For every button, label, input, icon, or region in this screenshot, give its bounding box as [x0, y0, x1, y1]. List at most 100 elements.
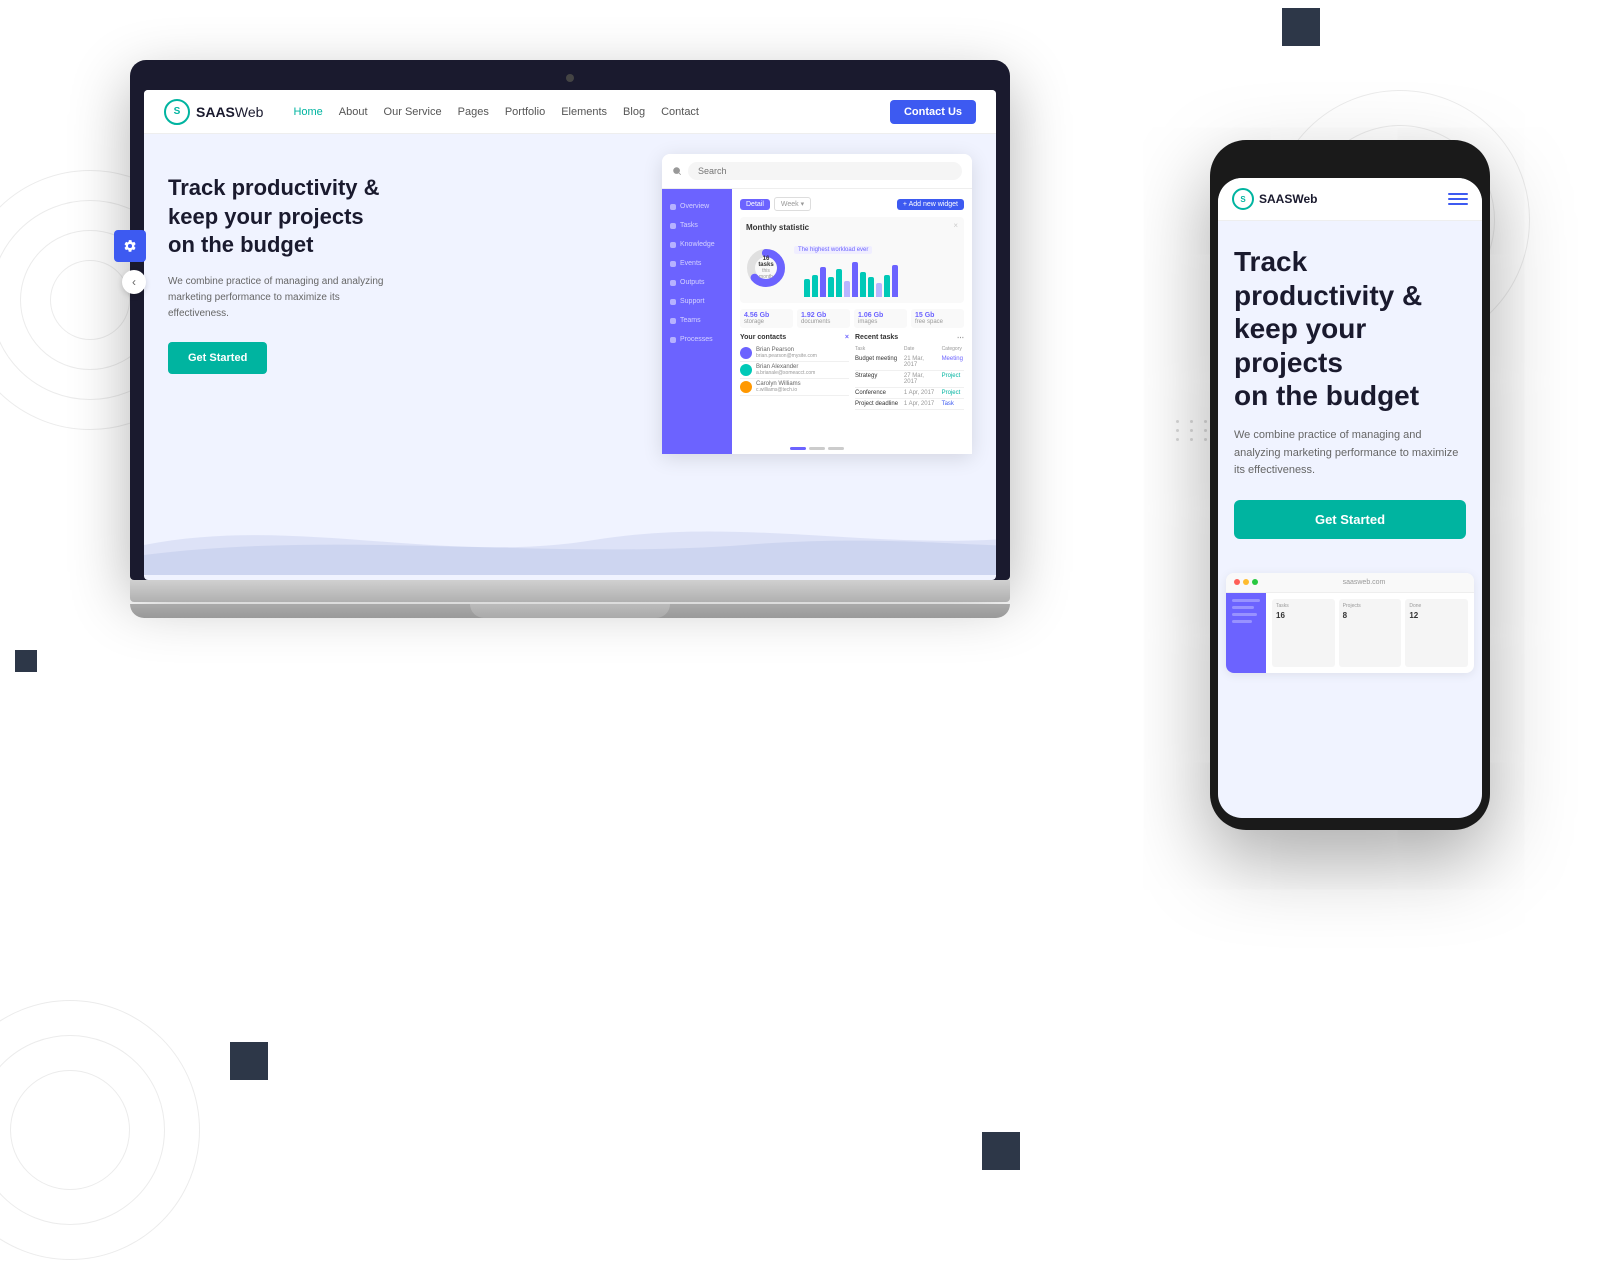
- stat-free-space-label: free space: [915, 319, 960, 325]
- phone-logo-text: SAASWeb: [1259, 192, 1317, 206]
- bar-3: [820, 267, 826, 297]
- nav-link-service[interactable]: Our Service: [384, 106, 442, 118]
- dash-chart-area: × Monthly statistic: [740, 217, 964, 303]
- stat-images: 1.06 Gb images: [854, 309, 907, 328]
- site-nav: S SAASWeb Home About Our Service Pages P…: [144, 90, 996, 134]
- phone-dash-dots: [1234, 579, 1258, 585]
- sidebar-item-overview[interactable]: Overview: [662, 197, 732, 216]
- stat-free-space: 15 Gb free space: [911, 309, 964, 328]
- chart-info: The highest workload ever: [794, 238, 958, 297]
- contacts-close[interactable]: ×: [845, 334, 849, 341]
- nav-link-home[interactable]: Home: [293, 106, 322, 118]
- bar-8: [860, 272, 866, 297]
- stat-storage: 4.56 Gb storage: [740, 309, 793, 328]
- bar-4: [828, 277, 834, 297]
- stat-images-label: images: [858, 319, 903, 325]
- dash-toolbar: Detail Week ▾ + Add new widget: [740, 197, 964, 211]
- get-started-button[interactable]: Get Started: [168, 342, 267, 374]
- settings-button[interactable]: [114, 230, 146, 262]
- tasks-title: Recent tasks ⋯: [855, 334, 964, 342]
- sidebar-line-1: [1232, 599, 1260, 602]
- hero-text: Track productivity &keep your projectson…: [168, 164, 632, 374]
- dash-search-input[interactable]: [688, 162, 962, 180]
- bar-2: [812, 275, 818, 297]
- nav-link-portfolio[interactable]: Portfolio: [505, 106, 545, 118]
- contact-row-2: Brian Alexander a.brianale@someacct.com: [740, 362, 849, 379]
- sidebar-item-outputs[interactable]: Outputs: [662, 273, 732, 292]
- detail-button[interactable]: Detail: [740, 199, 770, 210]
- chart-wrap: 16 tasks this month The highest workload…: [746, 238, 958, 297]
- phone-dash-main: Tasks 16 Projects 8 Done 12: [1266, 593, 1474, 673]
- stat-documents: 1.92 Gb documents: [797, 309, 850, 328]
- phone-container: S SAASWeb Trackproductivity &keep yourpr…: [1210, 140, 1490, 830]
- phone-hero-description: We combine practice of managing and anal…: [1234, 427, 1466, 480]
- avatar-1: [740, 347, 752, 359]
- monthly-statistic-title: Monthly statistic: [746, 223, 958, 232]
- dash-sidebar: Overview Tasks Knowledge: [662, 189, 732, 454]
- stat-documents-value: 1.92 Gb: [801, 312, 846, 319]
- sidebar-item-support[interactable]: Support: [662, 292, 732, 311]
- laptop-foot-notch: [470, 604, 670, 618]
- phone-notch: [1315, 152, 1385, 174]
- contact-name-3: Carolyn Williams c.williams@tech.io: [756, 381, 849, 393]
- donut-chart: 16 tasks this month: [746, 248, 786, 288]
- nav-link-pages[interactable]: Pages: [458, 106, 489, 118]
- sidebar-item-events[interactable]: Events: [662, 254, 732, 273]
- laptop-base: [130, 580, 1010, 602]
- bar-6: [844, 281, 850, 297]
- phone-get-started-button[interactable]: Get Started: [1234, 500, 1466, 539]
- hero-description: We combine practice of managing and anal…: [168, 274, 388, 322]
- donut-label: 16 tasks this month: [756, 256, 776, 280]
- phone-dashboard-preview: saasweb.com Tasks 16: [1226, 573, 1474, 673]
- bar-chart: [804, 257, 958, 297]
- sidebar-item-tasks[interactable]: Tasks: [662, 216, 732, 235]
- contacts-table: Your contacts × Brian Pearson brian.pear…: [740, 334, 849, 410]
- contact-row-3: Carolyn Williams c.williams@tech.io: [740, 379, 849, 396]
- add-widget-button[interactable]: + Add new widget: [897, 199, 964, 210]
- sidebar-item-processes[interactable]: Processes: [662, 330, 732, 349]
- chevron-left-icon: ‹: [132, 275, 136, 289]
- stat-storage-value: 4.56 Gb: [744, 312, 789, 319]
- hamburger-line-2: [1448, 198, 1468, 200]
- stat-documents-label: documents: [801, 319, 846, 325]
- sidebar-item-teams[interactable]: Teams: [662, 311, 732, 330]
- bar-12: [892, 265, 898, 297]
- bar-9: [868, 277, 874, 297]
- close-icon[interactable]: ×: [953, 221, 958, 230]
- contact-us-button[interactable]: Contact Us: [890, 100, 976, 124]
- laptop-screen: S SAASWeb Home About Our Service Pages P…: [144, 90, 996, 580]
- bar-5: [836, 269, 842, 297]
- phone-dash-card-3: Done 12: [1405, 599, 1468, 667]
- contact-name-2: Brian Alexander a.brianale@someacct.com: [756, 364, 849, 376]
- prev-arrow-button[interactable]: ‹: [122, 270, 146, 294]
- dash-body: Overview Tasks Knowledge: [662, 189, 972, 454]
- sidebar-line-2: [1232, 606, 1254, 609]
- highest-badge: The highest workload ever: [794, 246, 872, 254]
- sidebar-item-knowledge[interactable]: Knowledge: [662, 235, 732, 254]
- nav-link-elements[interactable]: Elements: [561, 106, 607, 118]
- logo-text: SAASWeb: [196, 104, 263, 120]
- nav-link-contact[interactable]: Contact: [661, 106, 699, 118]
- bar-1: [804, 279, 810, 297]
- phone-nav: S SAASWeb: [1218, 178, 1482, 221]
- phone-logo-icon: S: [1232, 188, 1254, 210]
- hamburger-menu[interactable]: [1448, 193, 1468, 205]
- site-logo: S SAASWeb: [164, 99, 263, 125]
- decorative-square-3: [982, 1132, 1020, 1170]
- tasks-header: Task Date Category: [855, 346, 964, 352]
- task-row-3: Conference 1 Apr, 2017 Project: [855, 388, 964, 399]
- task-row-1: Budget meeting 21 Mar, 2017 Meeting: [855, 354, 964, 371]
- circles-decoration-bottom: [0, 980, 220, 1280]
- week-button[interactable]: Week ▾: [774, 197, 811, 211]
- phone-hero-title: Trackproductivity &keep yourprojectson t…: [1234, 245, 1466, 413]
- phone-hero: Trackproductivity &keep yourprojectson t…: [1218, 221, 1482, 563]
- dash-main: Detail Week ▾ + Add new widget × Monthly…: [732, 189, 972, 454]
- nav-link-about[interactable]: About: [339, 106, 368, 118]
- bar-11: [884, 275, 890, 297]
- dash-stats: 4.56 Gb storage 1.92 Gb documents 1.06 G…: [740, 309, 964, 328]
- decorative-square-4: [15, 650, 37, 672]
- nav-link-blog[interactable]: Blog: [623, 106, 645, 118]
- tasks-options[interactable]: ⋯: [957, 334, 964, 342]
- dash-header: [662, 154, 972, 189]
- phone-logo: S SAASWeb: [1232, 188, 1448, 210]
